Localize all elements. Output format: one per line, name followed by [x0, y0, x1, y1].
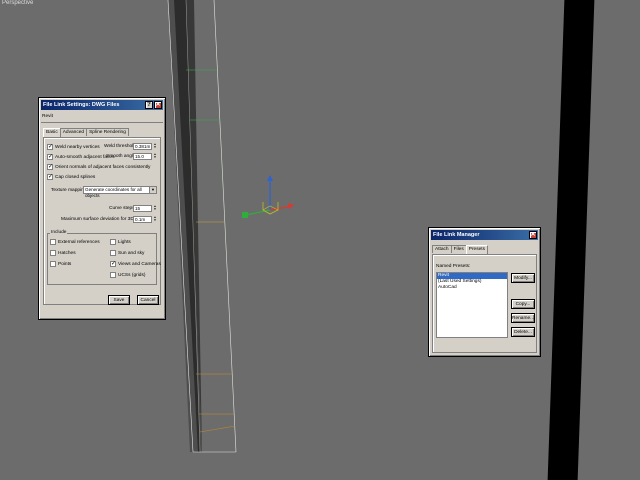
cancel-button[interactable]: Cancel: [137, 295, 159, 305]
orient-checkbox[interactable]: [47, 163, 53, 170]
sun-and-sky-label: Sun and sky: [118, 250, 145, 256]
include-title: Include: [50, 230, 68, 235]
include-lights[interactable]: Lights: [110, 239, 131, 245]
rename-button[interactable]: Rename...: [511, 313, 535, 323]
list-item[interactable]: AutoCad: [437, 285, 507, 291]
tab-basic[interactable]: Basic: [43, 128, 61, 137]
tab-presets[interactable]: Presets: [465, 245, 489, 254]
copy-button[interactable]: Copy...: [511, 299, 535, 309]
ucss-checkbox[interactable]: [110, 272, 116, 278]
views-and-cameras-label: Views and Cameras: [118, 261, 161, 267]
save-button[interactable]: Save: [108, 295, 130, 305]
lights-checkbox[interactable]: [110, 239, 116, 245]
points-label: Points: [58, 261, 72, 267]
manager-tabs: Attach Files Presets: [432, 245, 489, 254]
basic-tab-panel: Weld nearby vertices Weld threshold 0.38…: [43, 137, 161, 305]
include-points[interactable]: Points: [50, 261, 71, 267]
smooth-angle-spinner[interactable]: ▲ ▼: [153, 153, 157, 160]
tab-advanced[interactable]: Advanced: [59, 128, 88, 136]
texture-value: Generate coordinates for all objects: [85, 187, 142, 198]
close-button[interactable]: ✕: [154, 101, 162, 109]
close-button[interactable]: ✕: [529, 231, 537, 239]
help-button[interactable]: ?: [145, 101, 153, 109]
file-link-manager-dialog: File Link Manager ✕ Attach Files Presets…: [428, 227, 541, 357]
file-link-settings-dialog: File Link Settings: DWG Files ? ✕ Revit …: [38, 97, 166, 320]
smooth-angle-input[interactable]: 15.0: [133, 153, 152, 160]
hatches-label: Hatches: [58, 250, 76, 256]
max-deviation-spinner[interactable]: ▲ ▼: [153, 216, 157, 223]
cap-label: Cap closed splines: [55, 174, 96, 180]
settings-titlebar[interactable]: File Link Settings: DWG Files ? ✕: [41, 100, 163, 110]
preset-name: Revit: [42, 114, 53, 119]
curve-steps-input[interactable]: 15: [133, 205, 152, 212]
sun-and-sky-checkbox[interactable]: [110, 250, 116, 256]
weld-threshold-input[interactable]: 0.381m: [133, 143, 152, 150]
external-references-checkbox[interactable]: [50, 239, 56, 245]
transform-gizmo-icon[interactable]: [236, 172, 300, 228]
include-hatches[interactable]: Hatches: [50, 250, 76, 256]
modify-button[interactable]: Modify...: [511, 273, 535, 283]
include-sun-and-sky[interactable]: Sun and sky: [110, 250, 144, 256]
settings-title: File Link Settings: DWG Files: [43, 102, 120, 108]
views-and-cameras-checkbox[interactable]: [110, 260, 116, 267]
include-views-and-cameras[interactable]: Views and Cameras: [110, 260, 161, 267]
tab-spline-rendering[interactable]: Spline Rendering: [86, 128, 129, 136]
named-presets-list[interactable]: Revit (Last Used Settings) AutoCad: [436, 272, 508, 338]
weld-row[interactable]: Weld nearby vertices: [47, 143, 100, 150]
named-presets-label: Named Presets:: [436, 264, 471, 269]
delete-button[interactable]: Delete...: [511, 327, 535, 337]
external-references-label: External references: [58, 239, 100, 245]
lights-label: Lights: [118, 239, 131, 245]
smooth-row[interactable]: Auto-smooth adjacent faces: [47, 153, 114, 160]
max-deviation-input[interactable]: 0.1m: [133, 216, 152, 223]
weld-label: Weld nearby vertices: [55, 144, 100, 150]
manager-title: File Link Manager: [433, 232, 480, 238]
chevron-down-icon[interactable]: ▼: [149, 187, 156, 193]
weld-checkbox[interactable]: [47, 143, 53, 150]
include-ucss[interactable]: UCSs (grids): [110, 272, 145, 278]
ucss-label: UCSs (grids): [118, 272, 146, 278]
smooth-checkbox[interactable]: [47, 153, 53, 160]
orient-label: Orient normals of adjacent faces consist…: [55, 164, 151, 170]
smooth-angle-label: Smooth angle: [106, 154, 136, 159]
tab-attach[interactable]: Attach: [432, 245, 452, 253]
presets-tab-panel: Named Presets: Revit (Last Used Settings…: [432, 254, 537, 353]
curve-steps-label: Curve steps:: [109, 206, 136, 211]
weld-threshold-label: Weld threshold: [104, 144, 136, 149]
weld-threshold-spinner[interactable]: ▲ ▼: [153, 143, 157, 150]
hatches-checkbox[interactable]: [50, 250, 56, 256]
tab-files[interactable]: Files: [450, 245, 467, 253]
include-external-references[interactable]: External references: [50, 239, 100, 245]
settings-tabs: Basic Advanced Spline Rendering: [43, 128, 129, 137]
curve-steps-spinner[interactable]: ▲ ▼: [153, 205, 157, 212]
cap-checkbox[interactable]: [47, 173, 53, 180]
separator: [41, 122, 163, 123]
manager-titlebar[interactable]: File Link Manager ✕: [431, 230, 538, 240]
texture-select[interactable]: Generate coordinates for all objects ▼: [83, 186, 157, 198]
orient-row[interactable]: Orient normals of adjacent faces consist…: [47, 163, 151, 170]
points-checkbox[interactable]: [50, 261, 56, 267]
cap-row[interactable]: Cap closed splines: [47, 173, 96, 180]
